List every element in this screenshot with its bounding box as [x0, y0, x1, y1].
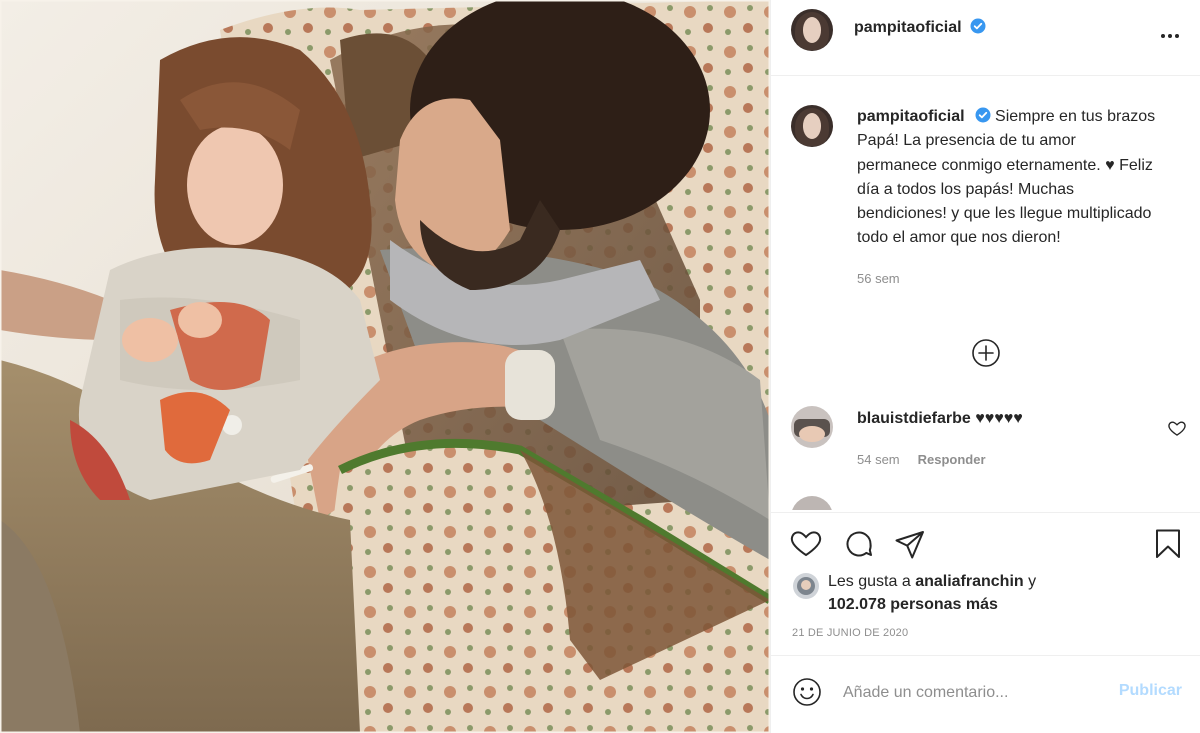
comment-avatar[interactable] [791, 406, 833, 448]
comment-meta: 54 sem Responder [857, 452, 986, 467]
comment-like-heart-icon[interactable] [1167, 418, 1187, 438]
header-username[interactable]: pampitaoficial [854, 19, 962, 36]
comment-time[interactable]: 54 sem [857, 452, 900, 467]
caption-body: pampitaoficial Siempre en tus brazos Pap… [857, 105, 1157, 291]
liked-by-username[interactable]: analiafranchin [915, 573, 1023, 590]
more-options-icon[interactable] [1158, 24, 1182, 48]
save-bookmark-icon[interactable] [1151, 527, 1185, 561]
comment-input[interactable] [843, 680, 1103, 706]
avatar[interactable] [791, 9, 833, 51]
post-comment-button[interactable]: Publicar [1119, 682, 1182, 700]
post-actions [771, 512, 1200, 572]
caption-username[interactable]: pampitaoficial [857, 108, 965, 125]
caption-avatar[interactable] [791, 105, 833, 147]
comment-item-clipped [791, 496, 1191, 510]
load-more-comments-icon[interactable] [970, 337, 1002, 369]
post-date[interactable]: 21 de junio de 2020 [792, 627, 908, 639]
post-header: pampitaoficial [771, 0, 1200, 76]
likes-prefix: Les gusta a [828, 573, 911, 590]
header-username-row: pampitaoficial [854, 18, 986, 37]
liker-avatar[interactable] [793, 573, 819, 599]
post-photo[interactable] [0, 0, 770, 733]
photo-image [0, 0, 770, 733]
verified-badge-icon [970, 18, 986, 34]
likes-conjunction: y [1028, 573, 1037, 590]
likes-line: Les gusta a analiafranchin y [828, 570, 1036, 593]
heart-icon[interactable] [789, 527, 823, 561]
caption-text: Siempre en tus brazos Papá! La presencia… [857, 108, 1156, 247]
caption-time[interactable]: 56 sem [857, 267, 1157, 291]
likes-count[interactable]: 102.078 personas más [828, 593, 998, 616]
comment-text: ♥♥♥♥♥ [975, 410, 1023, 427]
comment-username[interactable]: blauistdiefarbe [857, 410, 971, 427]
comment-avatar[interactable] [791, 496, 833, 510]
post-details-panel: pampitaoficial pampitaoficial Siempre en… [771, 0, 1200, 733]
comment-icon[interactable] [842, 527, 876, 561]
reply-button[interactable]: Responder [918, 452, 986, 467]
verified-badge-icon [975, 107, 991, 123]
share-icon[interactable] [893, 527, 927, 561]
emoji-icon[interactable] [791, 676, 823, 708]
add-comment-bar: Publicar [771, 655, 1200, 733]
comment-body: blauistdiefarbe ♥♥♥♥♥ [857, 410, 1023, 428]
